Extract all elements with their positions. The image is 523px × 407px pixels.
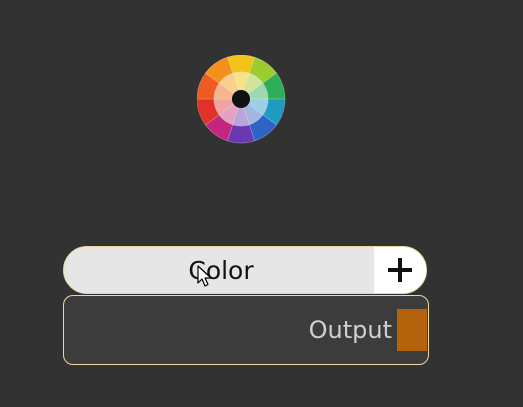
add-button[interactable]: [374, 247, 426, 293]
output-port[interactable]: [397, 309, 427, 351]
node-title: Color: [188, 255, 254, 285]
mouse-cursor-icon: [197, 265, 213, 289]
plus-icon: [387, 257, 413, 283]
color-wheel-icon: [196, 54, 291, 149]
output-label: Output: [308, 316, 392, 344]
color-node-header[interactable]: Color: [63, 246, 427, 294]
color-node-body: Output: [63, 295, 429, 365]
